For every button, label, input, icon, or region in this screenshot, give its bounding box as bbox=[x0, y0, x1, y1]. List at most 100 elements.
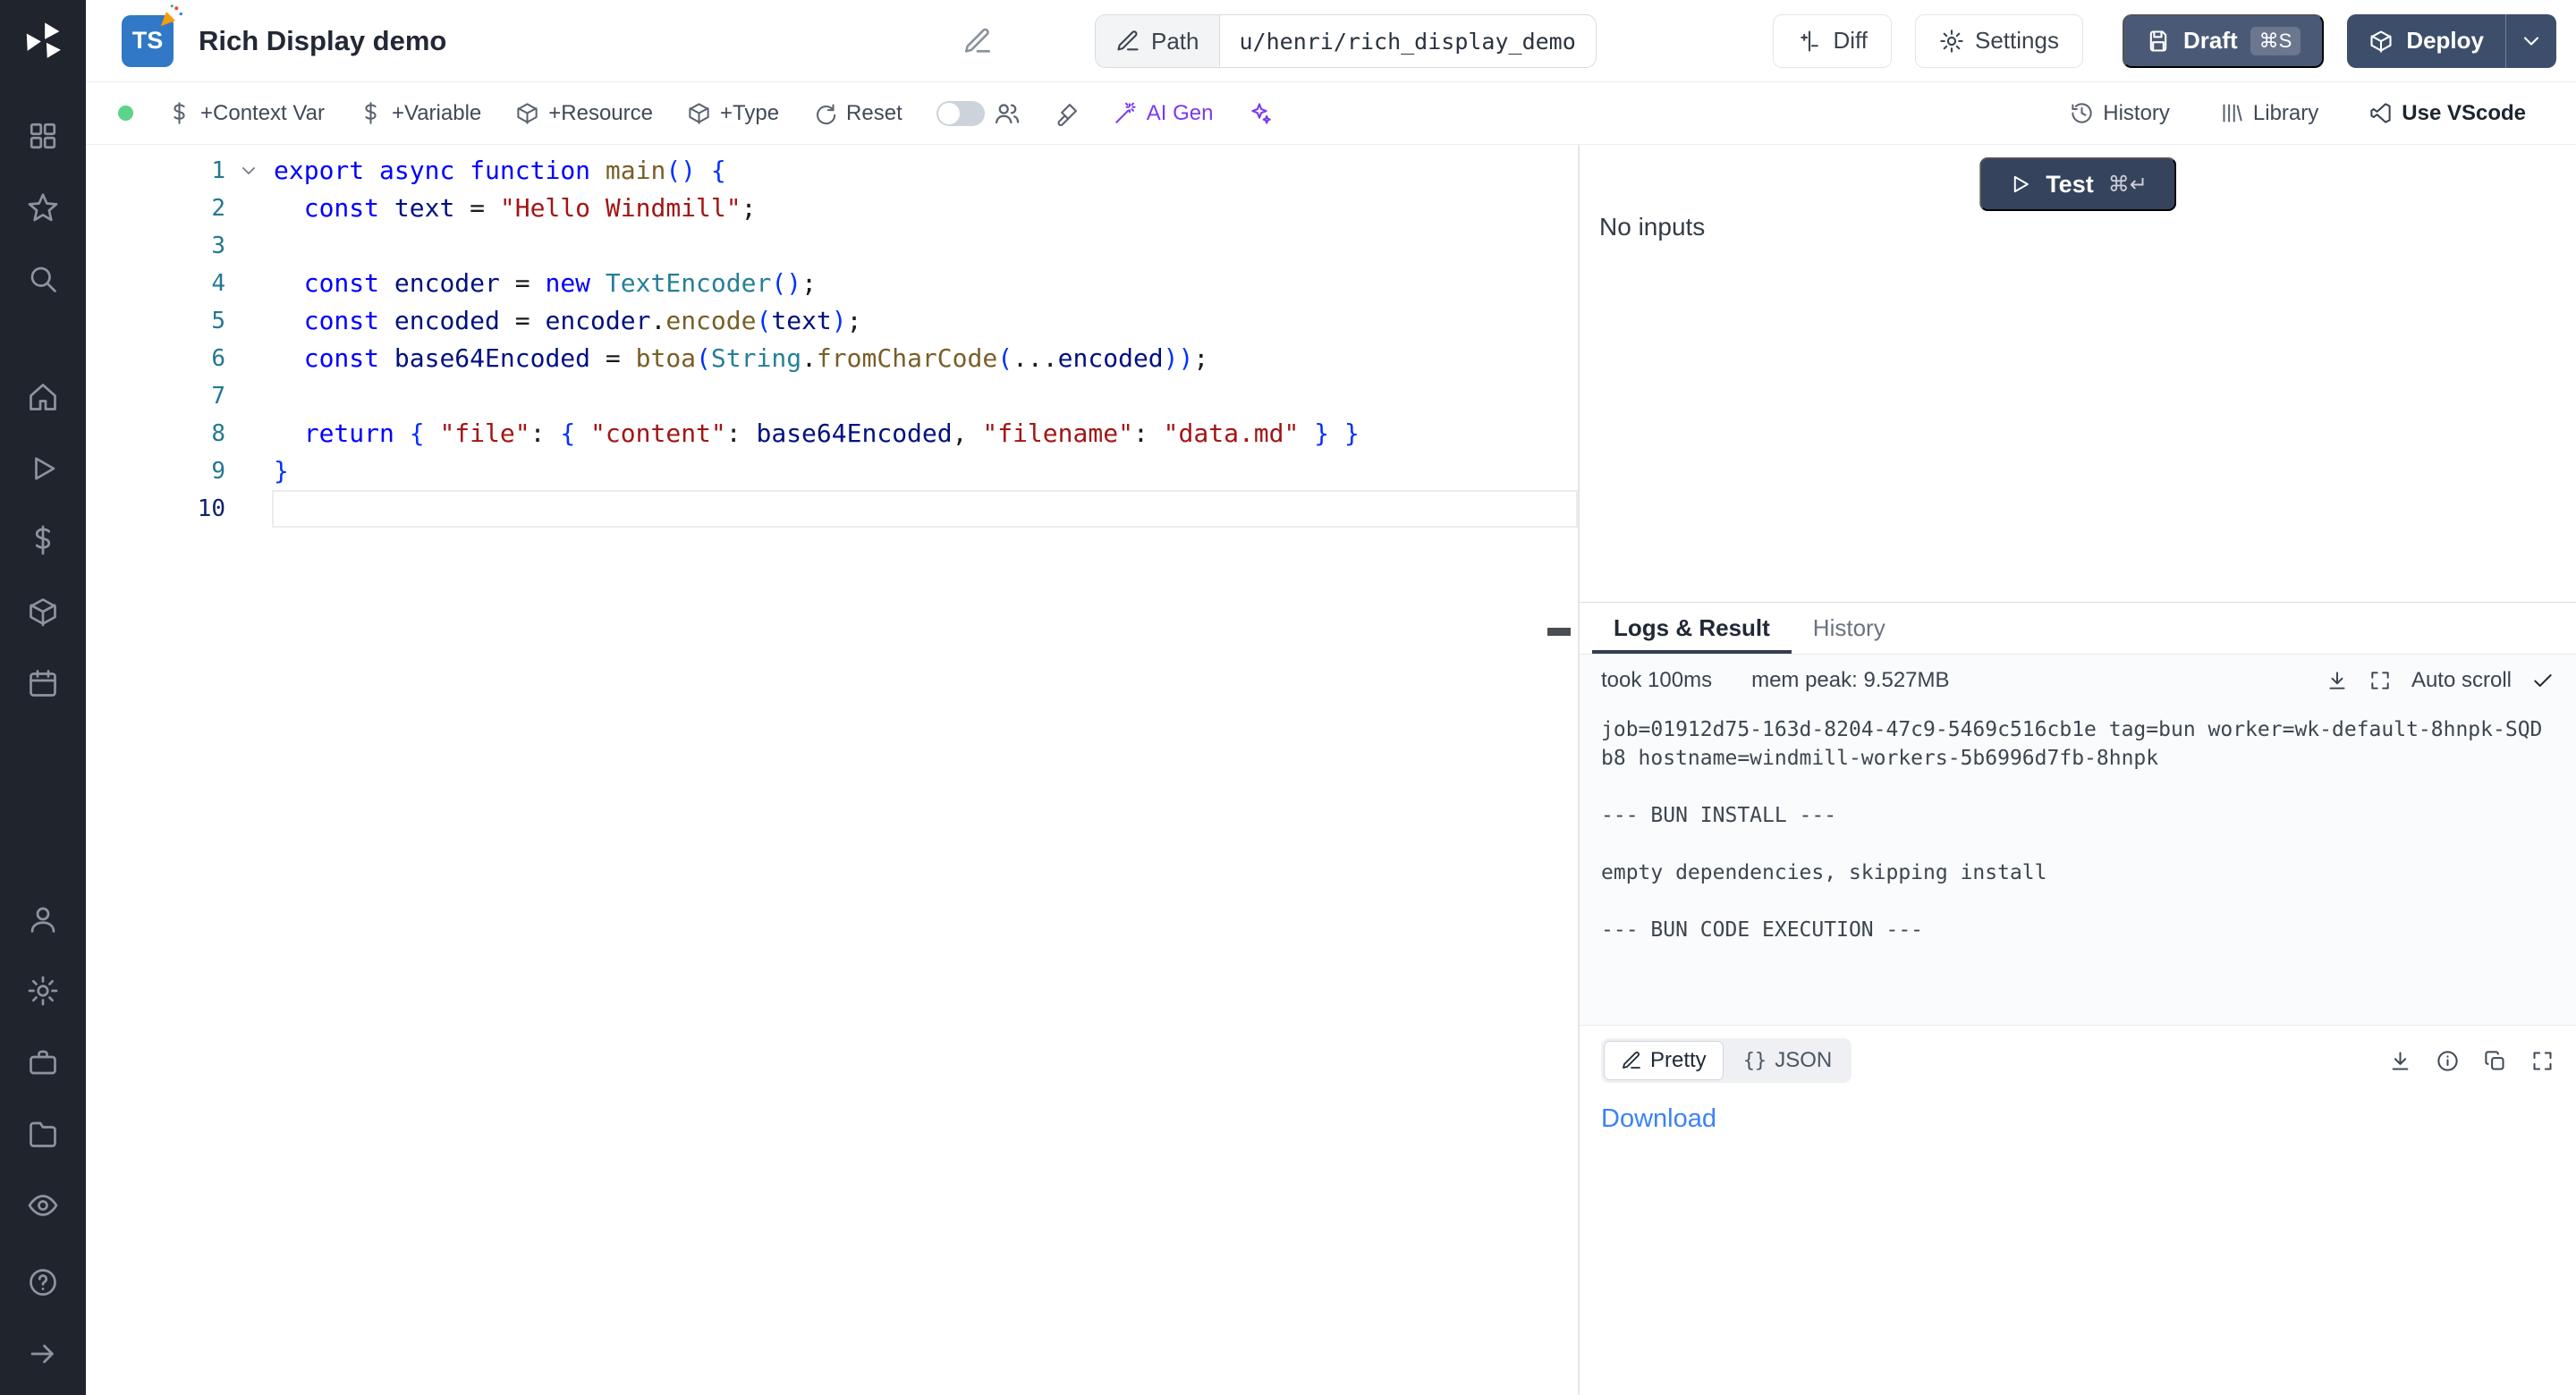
fold-column bbox=[225, 302, 272, 340]
fold-column bbox=[225, 190, 272, 227]
edit-summary-pencil-icon[interactable] bbox=[962, 26, 993, 56]
tab-logs-result[interactable]: Logs & Result bbox=[1592, 603, 1792, 654]
result-view-switch: Pretty {} JSON bbox=[1601, 1038, 1852, 1083]
code-line-7[interactable]: 7 bbox=[86, 377, 1578, 415]
windmill-logo-icon[interactable] bbox=[20, 18, 66, 64]
expand-arrow-icon[interactable] bbox=[25, 1336, 61, 1372]
code-line-10[interactable]: 10 bbox=[86, 490, 1578, 528]
star-icon[interactable] bbox=[25, 190, 61, 225]
search-icon[interactable] bbox=[25, 261, 61, 297]
settings-button[interactable]: Settings bbox=[1915, 14, 2083, 68]
code-line-4[interactable]: 4 const encoder = new TextEncoder(); bbox=[86, 265, 1578, 302]
variables-dollar-icon[interactable] bbox=[25, 522, 61, 558]
deploy-button[interactable]: Deploy bbox=[2347, 14, 2505, 68]
ai-sparkles-button[interactable] bbox=[1247, 101, 1272, 126]
pretty-view-button[interactable]: Pretty bbox=[1604, 1041, 1724, 1080]
fold-column bbox=[225, 377, 272, 415]
code-editor[interactable]: 1export async function main() {2 const t… bbox=[86, 145, 1580, 1395]
code-line-9[interactable]: 9} bbox=[86, 452, 1578, 490]
package-icon bbox=[687, 101, 711, 125]
add-resource-button[interactable]: +Resource bbox=[515, 101, 653, 126]
add-variable-button[interactable]: +Variable bbox=[359, 101, 481, 126]
pen-icon bbox=[1621, 1050, 1642, 1071]
diff-button[interactable]: Diff bbox=[1773, 14, 1892, 68]
library-button[interactable]: Library bbox=[2220, 101, 2318, 126]
dollar-icon bbox=[167, 101, 191, 125]
folder-icon[interactable] bbox=[25, 1116, 61, 1152]
runs-play-icon[interactable] bbox=[25, 451, 61, 486]
script-path[interactable]: u/henri/rich_display_demo bbox=[1220, 15, 1596, 67]
editor-toolbar: +Context Var +Variable +Resource +Type R… bbox=[86, 82, 2576, 145]
code-line-6[interactable]: 6 const base64Encoded = btoa(String.from… bbox=[86, 340, 1578, 377]
use-vscode-button[interactable]: Use VScode bbox=[2368, 101, 2526, 126]
autoscroll-check-icon[interactable] bbox=[2531, 669, 2555, 692]
settings-label: Settings bbox=[1975, 27, 2059, 55]
home-icon[interactable] bbox=[25, 379, 61, 415]
path-group: Path u/henri/rich_display_demo bbox=[1095, 14, 1597, 68]
expand-logs-icon[interactable] bbox=[2368, 669, 2392, 692]
diff-label: Diff bbox=[1833, 27, 1868, 55]
schedules-calendar-icon[interactable] bbox=[25, 665, 61, 701]
apps-grid-icon[interactable] bbox=[25, 118, 61, 154]
code-lines: 1export async function main() {2 const t… bbox=[86, 152, 1578, 528]
sidebar-group-bottom bbox=[25, 1264, 61, 1372]
history-button[interactable]: History bbox=[2070, 101, 2170, 126]
reset-label: Reset bbox=[846, 101, 902, 126]
chevron-down-icon bbox=[2519, 29, 2544, 54]
fold-chevron-icon[interactable] bbox=[225, 152, 272, 190]
logs-output[interactable]: job=01912d75-163d-8204-47c9-5469c516cb1e… bbox=[1580, 706, 2576, 1025]
code-line-5[interactable]: 5 const encoded = encoder.encode(text); bbox=[86, 302, 1578, 340]
main-column: TS Rich Display demo Path u/henri/rich_d… bbox=[86, 0, 2576, 1395]
format-brush-button[interactable] bbox=[1055, 101, 1080, 126]
typescript-badge: TS bbox=[122, 15, 174, 67]
code-line-1[interactable]: 1export async function main() { bbox=[86, 152, 1578, 190]
user-icon[interactable] bbox=[25, 901, 61, 937]
download-logs-icon[interactable] bbox=[2326, 669, 2349, 692]
draft-button[interactable]: Draft ⌘S bbox=[2123, 14, 2324, 68]
test-shortcut: ⌘↵ bbox=[2108, 172, 2148, 198]
log-line bbox=[1601, 773, 2555, 801]
download-result-icon[interactable] bbox=[2388, 1049, 2412, 1073]
tab-history[interactable]: History bbox=[1792, 603, 1907, 654]
deploy-split-button: Deploy bbox=[2347, 14, 2556, 68]
result-section: Pretty {} JSON bbox=[1580, 1025, 2576, 1395]
copy-icon[interactable] bbox=[2483, 1049, 2507, 1073]
add-context-var-button[interactable]: +Context Var bbox=[167, 101, 325, 126]
code-line-3[interactable]: 3 bbox=[86, 227, 1578, 265]
info-icon[interactable] bbox=[2436, 1049, 2460, 1073]
sidebar bbox=[0, 0, 86, 1395]
test-button[interactable]: Test ⌘↵ bbox=[1979, 157, 2176, 211]
fold-column bbox=[225, 415, 272, 452]
resources-cube-icon[interactable] bbox=[25, 594, 61, 630]
ai-gen-button[interactable]: AI Gen bbox=[1114, 101, 1214, 126]
workers-briefcase-icon[interactable] bbox=[25, 1044, 61, 1080]
log-line bbox=[1601, 887, 2555, 916]
page-title: Rich Display demo bbox=[199, 25, 446, 57]
log-line: job=01912d75-163d-8204-47c9-5469c516cb1e… bbox=[1601, 715, 2555, 773]
json-view-button[interactable]: {} JSON bbox=[1726, 1041, 1850, 1080]
deploy-box-icon bbox=[2368, 29, 2394, 54]
download-file-link[interactable]: Download bbox=[1601, 1104, 1716, 1134]
deploy-dropdown-button[interactable] bbox=[2505, 14, 2556, 68]
expand-result-icon[interactable] bbox=[2530, 1049, 2555, 1073]
code-line-2[interactable]: 2 const text = "Hello Windmill"; bbox=[86, 190, 1578, 227]
gear-icon bbox=[1939, 29, 1964, 54]
reset-button[interactable]: Reset bbox=[813, 101, 902, 126]
path-edit-button[interactable]: Path bbox=[1096, 15, 1220, 67]
draft-shortcut: ⌘S bbox=[2250, 27, 2301, 55]
right-pane: Test ⌘↵ No inputs Logs & Result History … bbox=[1580, 145, 2576, 1395]
multiplayer-toggle[interactable] bbox=[936, 101, 985, 126]
took-stat: took 100ms bbox=[1601, 668, 1712, 693]
save-icon bbox=[2146, 29, 2171, 54]
typescript-badge-label: TS bbox=[132, 27, 164, 55]
add-type-button[interactable]: +Type bbox=[687, 101, 779, 126]
sidebar-group-admin bbox=[25, 901, 61, 1223]
audit-eye-icon[interactable] bbox=[25, 1188, 61, 1223]
play-icon bbox=[2008, 173, 2031, 196]
multiplayer-group bbox=[936, 100, 1021, 127]
settings-gear-icon[interactable] bbox=[25, 973, 61, 1009]
code-line-8[interactable]: 8 return { "file": { "content": base64En… bbox=[86, 415, 1578, 452]
run-stats-row: took 100ms mem peak: 9.527MB Auto scroll bbox=[1580, 655, 2576, 706]
diff-icon bbox=[1797, 29, 1822, 54]
help-icon[interactable] bbox=[25, 1264, 61, 1300]
